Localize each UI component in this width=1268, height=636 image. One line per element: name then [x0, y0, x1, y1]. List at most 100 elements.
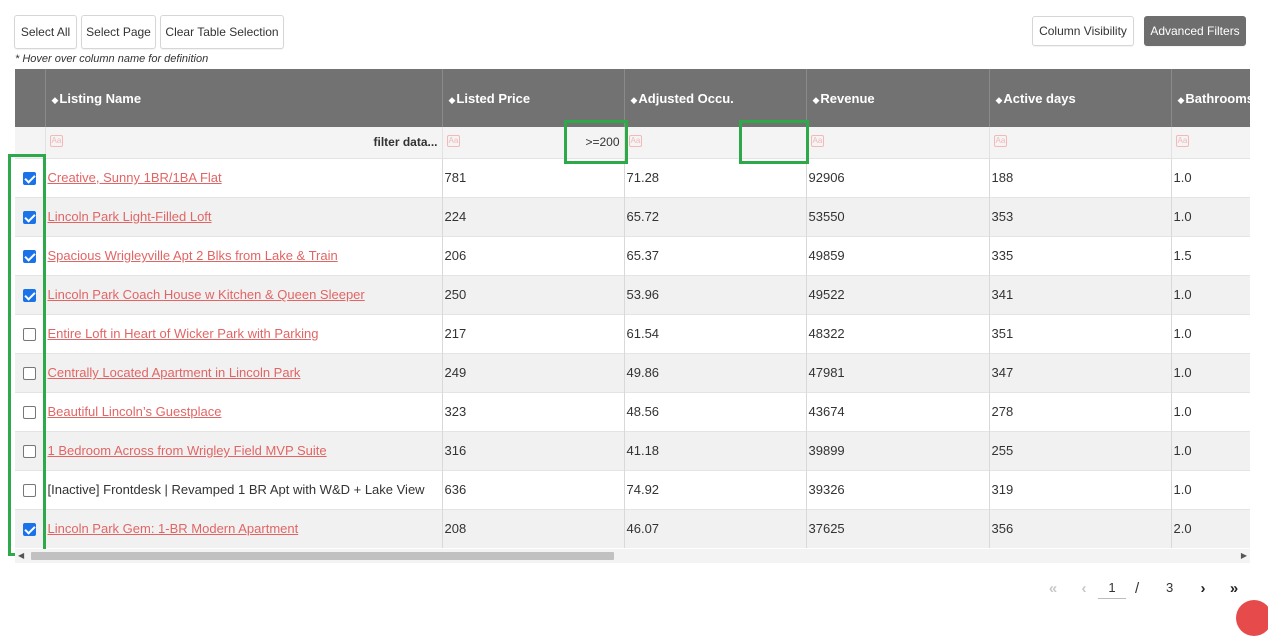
filter-bathrooms[interactable]: Aa: [1171, 127, 1250, 158]
bathrooms-cell: 2.0: [1171, 508, 1250, 548]
row-select-cell[interactable]: [15, 352, 46, 392]
row-select-cell[interactable]: [15, 313, 46, 353]
text-filter-icon: Aa: [810, 135, 825, 147]
filter-revenue[interactable]: Aa: [806, 127, 990, 158]
sort-icon: ◆: [1177, 94, 1185, 105]
select-page-button[interactable]: Select Page: [81, 15, 156, 49]
text-filter-icon: Aa: [446, 135, 461, 147]
clear-table-selection-button[interactable]: Clear Table Selection: [160, 15, 284, 49]
row-checkbox[interactable]: [23, 328, 37, 342]
advanced-filters-button[interactable]: Advanced Filters: [1144, 16, 1246, 46]
listing-link[interactable]: Lincoln Park Light-Filled Loft: [48, 209, 212, 224]
listing-link[interactable]: Spacious Wrigleyville Apt 2 Blks from La…: [48, 248, 338, 263]
active-days-cell: 347: [989, 352, 1172, 392]
text-filter-icon: Aa: [49, 135, 64, 147]
adjusted-occupancy-cell: 41.18: [624, 430, 807, 470]
active-days-cell: 356: [989, 508, 1172, 548]
listing-link[interactable]: Centrally Located Apartment in Lincoln P…: [48, 365, 301, 380]
horizontal-scrollbar[interactable]: ◀ ▶: [15, 549, 1250, 563]
listing-link[interactable]: 1 Bedroom Across from Wrigley Field MVP …: [48, 443, 327, 458]
row-checkbox[interactable]: [23, 523, 37, 537]
column-definition-hint: * Hover over column name for definition: [15, 53, 209, 65]
scroll-left-icon[interactable]: ◀: [18, 551, 24, 560]
row-checkbox[interactable]: [23, 289, 37, 303]
filter-adjusted-occupancy[interactable]: Aa: [624, 127, 807, 158]
bathrooms-cell: 1.0: [1171, 196, 1250, 236]
listed-price-cell: 206: [442, 235, 625, 275]
row-select-cell[interactable]: [15, 430, 46, 470]
scrollbar-thumb[interactable]: [31, 552, 614, 560]
listed-price-cell: 636: [442, 469, 625, 509]
last-page-icon[interactable]: »: [1221, 576, 1247, 600]
listing-link[interactable]: Entire Loft in Heart of Wicker Park with…: [48, 326, 319, 341]
select-all-button[interactable]: Select All: [14, 15, 77, 49]
table-row: [Inactive] Frontdesk | Revamped 1 BR Apt…: [15, 469, 1250, 509]
row-checkbox[interactable]: [23, 406, 37, 420]
revenue-cell: 39899: [806, 430, 990, 470]
row-select-cell[interactable]: [15, 196, 46, 236]
listing-link[interactable]: Beautiful Lincoln’s Guestplace: [48, 404, 222, 419]
active-days-cell: 255: [989, 430, 1172, 470]
adjusted-occupancy-cell: 49.86: [624, 352, 807, 392]
row-checkbox[interactable]: [23, 172, 37, 186]
listing-link[interactable]: Lincoln Park Gem: 1-BR Modern Apartment: [48, 521, 299, 536]
header-adjusted-occupancy[interactable]: ◆Adjusted Occu.: [624, 69, 807, 127]
help-widget-icon[interactable]: [1236, 600, 1268, 636]
revenue-cell: 37625: [806, 508, 990, 548]
page-number-input[interactable]: 1: [1098, 577, 1126, 599]
row-select-cell[interactable]: [15, 508, 46, 548]
row-select-cell[interactable]: [15, 235, 46, 275]
header-label: Adjusted Occu.: [638, 90, 734, 106]
row-checkbox[interactable]: [23, 367, 37, 381]
table-row: Beautiful Lincoln’s Guestplace 323 48.56 43…: [15, 391, 1250, 431]
first-page-icon[interactable]: «: [1040, 576, 1066, 600]
adjusted-occupancy-cell: 53.96: [624, 274, 807, 314]
next-page-icon[interactable]: ›: [1190, 576, 1216, 600]
row-select-cell[interactable]: [15, 274, 46, 314]
listing-name-cell: Entire Loft in Heart of Wicker Park with…: [45, 313, 443, 353]
revenue-cell: 43674: [806, 391, 990, 431]
row-checkbox[interactable]: [23, 211, 37, 225]
scroll-right-icon[interactable]: ▶: [1241, 551, 1247, 560]
header-listed-price[interactable]: ◆Listed Price: [442, 69, 625, 127]
table-row: Lincoln Park Coach House w Kitchen & Que…: [15, 274, 1250, 314]
listed-price-cell: 316: [442, 430, 625, 470]
header-revenue[interactable]: ◆Revenue: [806, 69, 990, 127]
listing-name-cell: Lincoln Park Light-Filled Loft: [45, 196, 443, 236]
adjusted-occupancy-cell: 46.07: [624, 508, 807, 548]
listing-link[interactable]: Lincoln Park Coach House w Kitchen & Que…: [48, 287, 365, 302]
text-filter-icon: Aa: [993, 135, 1008, 147]
filter-listed-price-value: >=200: [585, 135, 620, 149]
listing-name-cell: Beautiful Lincoln’s Guestplace: [45, 391, 443, 431]
filter-listed-price[interactable]: Aa >=200: [442, 127, 625, 158]
filter-listing-name[interactable]: Aa filter data...: [45, 127, 443, 158]
header-row: ◆Listing Name ◆Listed Price ◆Adjusted Oc…: [15, 69, 1250, 127]
listed-price-cell: 208: [442, 508, 625, 548]
row-select-cell[interactable]: [15, 157, 46, 197]
row-checkbox[interactable]: [23, 445, 37, 459]
table-row: Lincoln Park Light-Filled Loft 224 65.72 53…: [15, 196, 1250, 236]
header-active-days[interactable]: ◆Active days: [989, 69, 1172, 127]
table-row: Centrally Located Apartment in Lincoln P…: [15, 352, 1250, 392]
listing-link[interactable]: Creative, Sunny 1BR/1BA Flat: [48, 170, 222, 185]
listings-table-container: ◆Listing Name ◆Listed Price ◆Adjusted Oc…: [15, 69, 1250, 563]
page-separator: /: [1135, 580, 1140, 597]
active-days-cell: 341: [989, 274, 1172, 314]
header-label: Listed Price: [456, 90, 531, 106]
row-checkbox[interactable]: [23, 484, 37, 498]
listing-name-cell: Lincoln Park Coach House w Kitchen & Que…: [45, 274, 443, 314]
row-select-cell[interactable]: [15, 469, 46, 509]
revenue-cell: 53550: [806, 196, 990, 236]
row-select-cell[interactable]: [15, 391, 46, 431]
table-row: Lincoln Park Gem: 1-BR Modern Apartment 2…: [15, 508, 1250, 548]
header-bathrooms[interactable]: ◆Bathrooms: [1171, 69, 1250, 127]
previous-page-icon[interactable]: ‹: [1071, 576, 1097, 600]
filter-active-days[interactable]: Aa: [989, 127, 1172, 158]
row-checkbox[interactable]: [23, 250, 37, 264]
bathrooms-cell: 1.0: [1171, 313, 1250, 353]
revenue-cell: 92906: [806, 157, 990, 197]
column-visibility-button[interactable]: Column Visibility: [1032, 16, 1134, 46]
adjusted-occupancy-cell: 65.37: [624, 235, 807, 275]
active-days-cell: 319: [989, 469, 1172, 509]
header-listing-name[interactable]: ◆Listing Name: [45, 69, 443, 127]
